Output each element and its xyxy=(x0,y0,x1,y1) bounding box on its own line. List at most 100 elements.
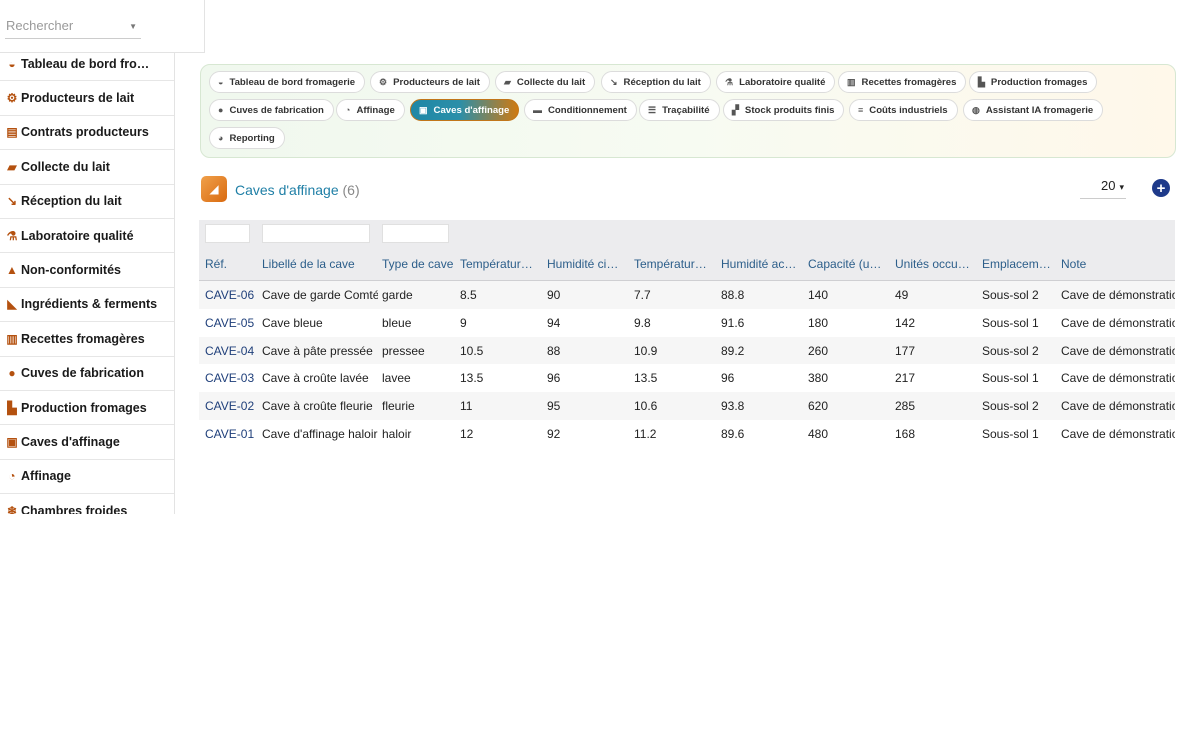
chart-pie-icon: ◕ xyxy=(218,133,224,143)
tab-packaging[interactable]: ▬ Conditionnement xyxy=(524,99,637,121)
column-header-type[interactable]: Type de cave xyxy=(382,257,454,271)
tab-producers[interactable]: ⚙ Producteurs de lait xyxy=(370,71,490,93)
search-box[interactable]: ▼ xyxy=(5,16,141,39)
column-header-location[interactable]: Emplacement xyxy=(982,257,1054,271)
cell-note: Cave de démonstration xyxy=(1061,343,1175,358)
cell-ref[interactable]: CAVE-05 xyxy=(205,316,257,330)
cell-note: Cave de démonstration xyxy=(1061,399,1175,414)
cell-actual-temperature: 10.9 xyxy=(634,343,658,358)
tab-label: Assistant IA fromagerie xyxy=(985,104,1094,116)
search-input[interactable] xyxy=(5,16,116,33)
cell-actual-humidity: 93.8 xyxy=(721,399,745,414)
book-icon: ▥ xyxy=(847,76,856,87)
tab-label: Collecte du lait xyxy=(516,76,586,88)
clock-icon: ◔ xyxy=(8,469,16,484)
per-page-select[interactable]: 20 ▾ xyxy=(1080,178,1126,199)
tab-collection[interactable]: ▰ Collecte du lait xyxy=(495,71,596,93)
table-row[interactable]: CAVE-02 Cave à croûte fleurie fleurie 11 95 1… xyxy=(199,392,1175,421)
tab-ai-assistant[interactable]: ◍ Assistant IA fromagerie xyxy=(963,99,1104,121)
column-header-target-humidity[interactable]: Humidité cibl… xyxy=(547,257,625,271)
cell-target-temperature: 13.5 xyxy=(460,371,484,386)
column-header-actual-humidity[interactable]: Humidité act… xyxy=(721,257,799,271)
cell-location: Sous-sol 1 xyxy=(982,371,1039,386)
filter-label-input[interactable] xyxy=(262,224,370,243)
cell-target-humidity: 88 xyxy=(547,343,561,358)
column-header-label[interactable]: Libellé de la cave xyxy=(262,257,374,271)
sidebar-item-ripening[interactable]: ◔ Affinage xyxy=(0,460,174,495)
sidebar-item-cellars[interactable]: ▣ Caves d'affinage xyxy=(0,425,174,460)
cell-actual-humidity: 89.2 xyxy=(721,343,745,358)
barcode-icon: ☰ xyxy=(648,104,657,115)
cell-actual-temperature: 7.7 xyxy=(634,288,651,302)
cell-ref[interactable]: CAVE-01 xyxy=(205,427,257,441)
cell-ref[interactable]: CAVE-04 xyxy=(205,344,257,358)
cell-label: Cave de garde Comté xyxy=(262,288,378,302)
tab-traceability[interactable]: ☰ Traçabilité xyxy=(639,99,720,121)
sidebar-item-label: Collecte du lait xyxy=(21,159,110,174)
sidebar-item-label: Recettes fromagères xyxy=(21,331,145,346)
sidebar-item-production[interactable]: ▙ Production fromages xyxy=(0,391,174,426)
table-row[interactable]: CAVE-04 Cave à pâte pressée pressee 10.5 88 1… xyxy=(199,336,1175,366)
cell-type: fleurie xyxy=(382,399,415,414)
table-header: Réf. Libellé de la cave Type de cave Tem… xyxy=(199,220,1175,281)
tab-reporting[interactable]: ◕ Reporting xyxy=(209,127,285,149)
column-header-occupied-units[interactable]: Unités occup… xyxy=(895,257,973,271)
cell-ref[interactable]: CAVE-06 xyxy=(205,288,257,302)
column-header-capacity[interactable]: Capacité (un… xyxy=(808,257,886,271)
truck-icon: ▰ xyxy=(504,76,511,87)
tab-laboratory[interactable]: ⚗ Laboratoire qualité xyxy=(716,71,836,93)
tab-dashboard[interactable]: ◒ Tableau de bord fromagerie xyxy=(209,71,366,93)
table-row[interactable]: CAVE-06 Cave de garde Comté garde 8.5 90 7.7 8… xyxy=(199,281,1175,310)
cell-occupied-units: 142 xyxy=(895,315,916,330)
sidebar-item-recipes[interactable]: ▥ Recettes fromagères xyxy=(0,322,174,357)
tab-industrial-costs[interactable]: ≡ Coûts industriels xyxy=(849,99,958,121)
tab-recipes[interactable]: ▥ Recettes fromagères xyxy=(838,71,967,93)
cell-target-humidity: 95 xyxy=(547,399,561,414)
search-area: ▼ xyxy=(0,0,205,53)
table-row[interactable]: CAVE-05 Cave bleue bleue 9 94 9.8 91.6 180 142 So… xyxy=(199,308,1175,338)
droplet-icon: ● xyxy=(218,105,224,115)
sidebar-item-nonconformities[interactable]: ▲ Non-conformités xyxy=(0,253,174,288)
sidebar-item-label: Producteurs de lait xyxy=(21,91,135,106)
table-row[interactable]: CAVE-01 Cave d'affinage haloir haloir 12 92 1… xyxy=(199,420,1175,447)
cell-capacity: 620 xyxy=(808,399,829,414)
sidebar-item-coldrooms[interactable]: ❄ Chambres froides xyxy=(0,494,174,514)
cell-ref[interactable]: CAVE-02 xyxy=(205,399,257,413)
sidebar-item-reception[interactable]: ↘ Réception du lait xyxy=(0,185,174,219)
column-header-target-temperature[interactable]: Température… xyxy=(460,257,538,271)
sidebar-item-vats[interactable]: ● Cuves de fabrication xyxy=(0,357,174,391)
tab-label: Stock produits finis xyxy=(744,104,835,116)
cell-actual-humidity: 91.6 xyxy=(721,315,745,330)
page-title: Caves d'affinage (6) xyxy=(235,182,360,198)
sidebar-item-laboratory[interactable]: ⚗ Laboratoire qualité xyxy=(0,219,174,254)
tab-label: Traçabilité xyxy=(662,104,710,116)
sidebar-item-producers[interactable]: ⚙ Producteurs de lait xyxy=(0,81,174,116)
page-title-text: Caves d'affinage xyxy=(235,182,339,198)
sidebar-item-collection[interactable]: ▰ Collecte du lait xyxy=(0,150,174,185)
industry-icon: ▙ xyxy=(7,400,17,415)
tab-finished-stock[interactable]: ▞ Stock produits finis xyxy=(723,99,845,121)
tab-reception[interactable]: ↘ Réception du lait xyxy=(601,71,711,93)
cell-capacity: 180 xyxy=(808,315,829,330)
cell-ref[interactable]: CAVE-03 xyxy=(205,371,257,385)
column-header-actual-temperature[interactable]: Température… xyxy=(634,257,712,271)
tab-ripening[interactable]: ◔ Affinage xyxy=(336,99,405,121)
column-header-note[interactable]: Note xyxy=(1061,257,1171,271)
cell-actual-humidity: 88.8 xyxy=(721,288,745,302)
table-row[interactable]: CAVE-03 Cave à croûte lavée lavee 13.5 96 13.… xyxy=(199,364,1175,394)
tab-production[interactable]: ▙ Production fromages xyxy=(969,71,1098,93)
chevron-down-icon[interactable]: ▼ xyxy=(129,22,137,31)
file-contract-icon: ▤ xyxy=(6,125,18,140)
tab-cellars[interactable]: ▣ Caves d'affinage xyxy=(410,99,520,121)
filter-ref-input[interactable] xyxy=(205,224,250,243)
sidebar-item-ingredients[interactable]: ◣ Ingrédients & ferments xyxy=(0,288,174,323)
tab-label: Cuves de fabrication xyxy=(229,104,324,116)
cell-note: Cave de démonstration xyxy=(1061,288,1175,302)
sidebar-item-contracts[interactable]: ▤ Contrats producteurs xyxy=(0,116,174,151)
add-record-button[interactable]: + xyxy=(1152,179,1170,197)
brain-icon: ◍ xyxy=(972,104,980,115)
tab-label: Conditionnement xyxy=(548,104,627,116)
tab-vats[interactable]: ● Cuves de fabrication xyxy=(209,99,334,121)
column-header-ref[interactable]: Réf. xyxy=(205,257,255,271)
filter-type-input[interactable] xyxy=(382,224,449,243)
